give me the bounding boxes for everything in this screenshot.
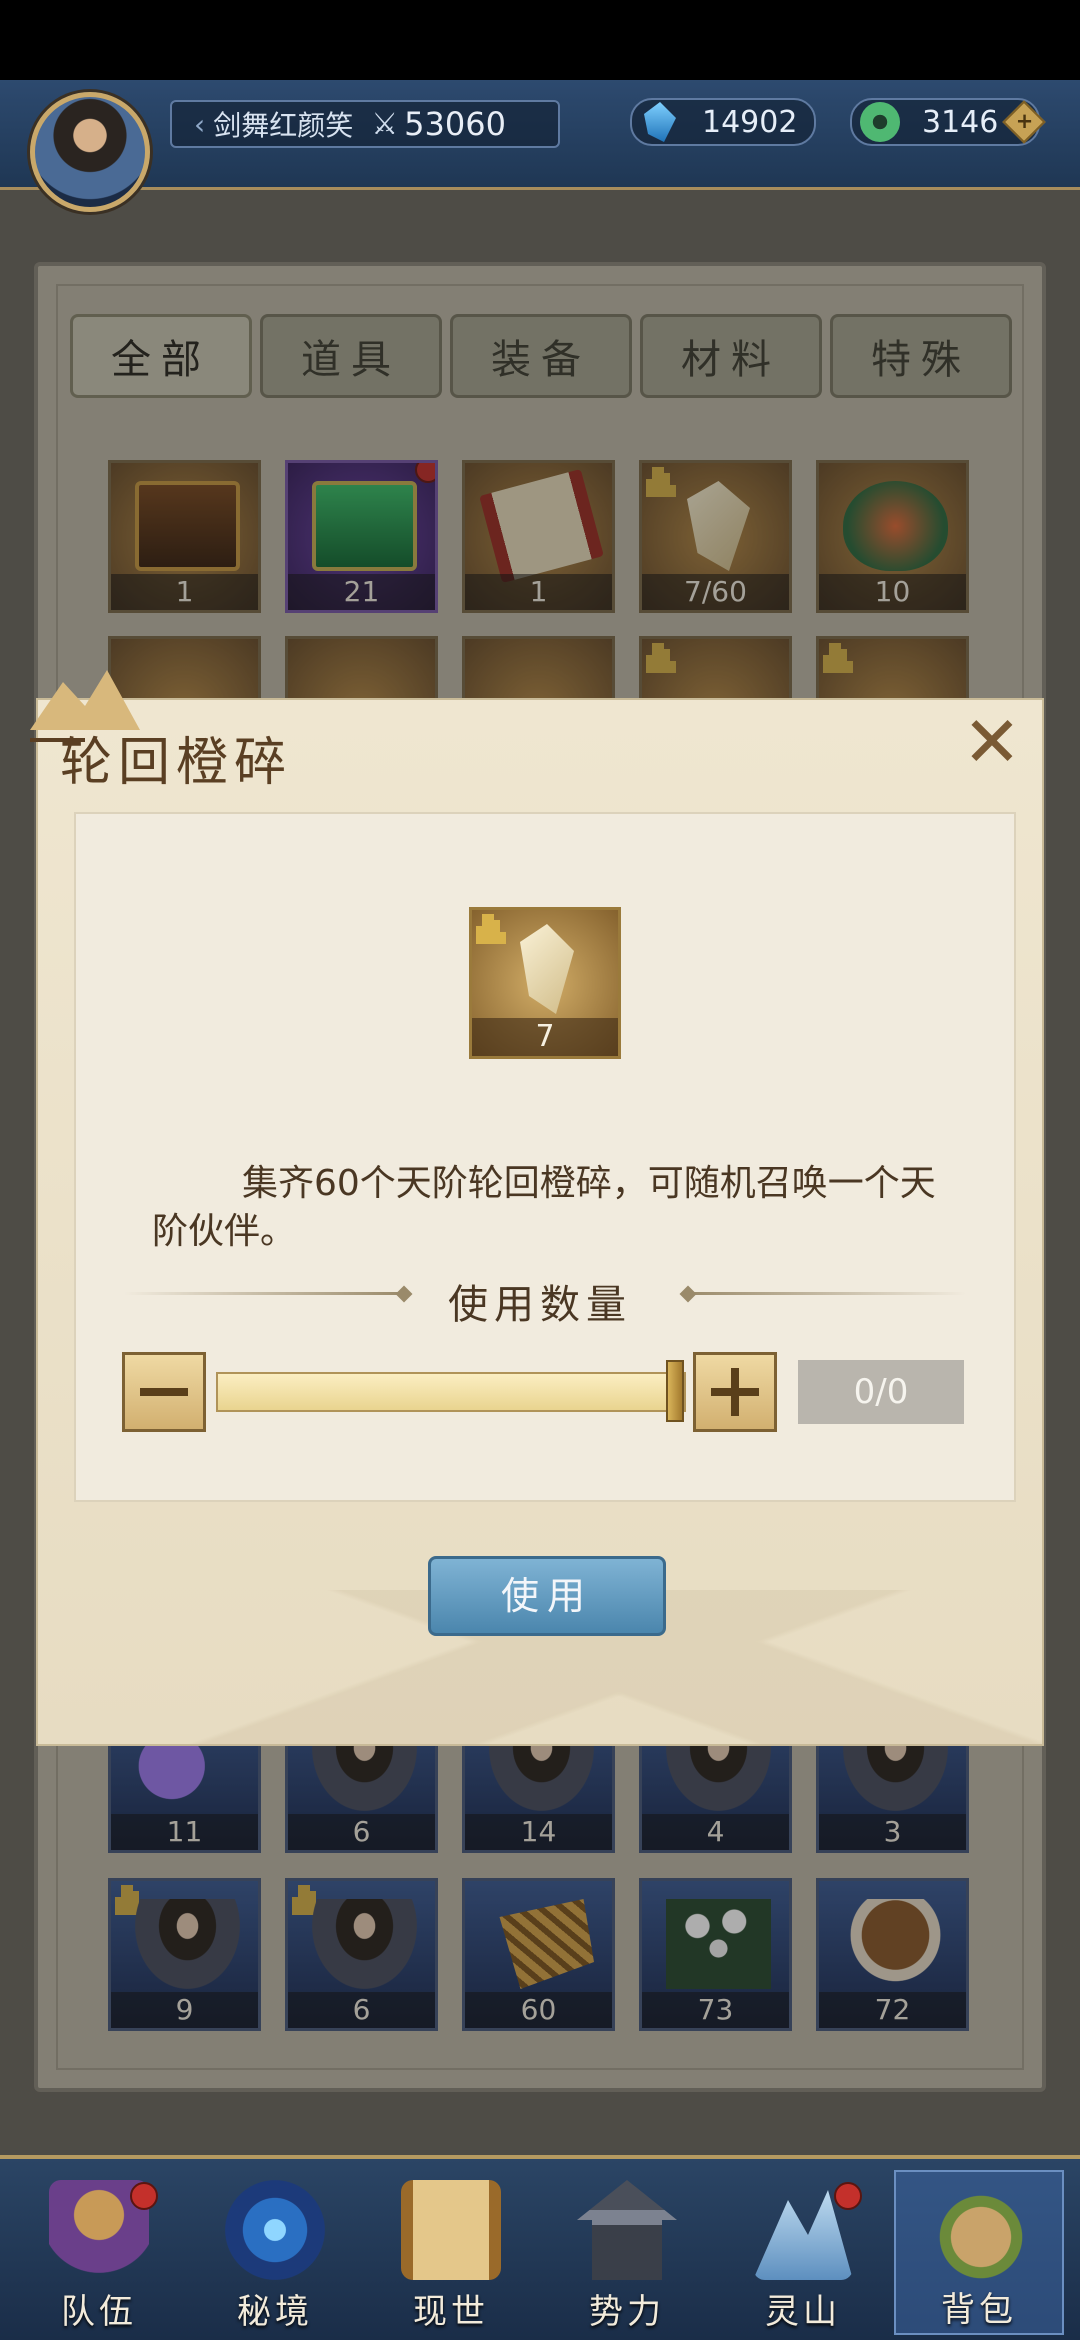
- nav-label: 队伍: [61, 2292, 137, 2332]
- palace-icon: [577, 2180, 677, 2280]
- nav-item-spirit-mountain[interactable]: 灵山: [718, 2170, 888, 2335]
- preview-item-count: 7: [472, 1018, 618, 1056]
- jade-icon: [860, 102, 900, 142]
- chevron-left-icon: ‹: [194, 107, 206, 141]
- nav-item-faction[interactable]: 势力: [542, 2170, 712, 2335]
- close-icon: ✕: [962, 701, 1022, 783]
- divider-right: [686, 1292, 966, 1295]
- quantity-label: 使用数量: [448, 1282, 632, 1328]
- use-button[interactable]: 使用: [428, 1556, 666, 1636]
- player-avatar[interactable]: [30, 92, 150, 212]
- item-preview-slot: 7: [469, 907, 621, 1059]
- nav-label: 现世: [413, 2292, 489, 2332]
- puzzle-piece-icon: [476, 914, 506, 944]
- power-icon: ⚔: [371, 106, 399, 142]
- shard-icon: [520, 924, 574, 1014]
- quantity-readout: 0/0: [798, 1360, 964, 1424]
- jade-count: 3146: [922, 104, 999, 140]
- plus-icon-vertical: [731, 1368, 739, 1416]
- minus-icon: [140, 1388, 188, 1396]
- vortex-icon: [225, 2180, 325, 2280]
- nav-item-world[interactable]: 现世: [366, 2170, 536, 2335]
- map-scroll-icon: [401, 2180, 501, 2280]
- crystal-icon: [644, 102, 676, 142]
- slider-handle[interactable]: [666, 1360, 684, 1422]
- nav-label: 势力: [589, 2292, 665, 2332]
- crystal-currency: 14902: [630, 98, 816, 146]
- nav-item-team[interactable]: 队伍: [14, 2170, 184, 2335]
- player-name-plate[interactable]: ‹ 剑舞红颜笑 ⚔ 53060: [170, 100, 560, 148]
- increase-quantity-button[interactable]: [693, 1352, 777, 1432]
- jade-currency: 3146 +: [850, 98, 1046, 146]
- dialog-title: 轮回橙碎: [60, 733, 293, 793]
- item-description: 集齐60个天阶轮回橙碎，可随机召唤一个天阶伙伴。: [152, 1160, 952, 1256]
- player-name: 剑舞红颜笑: [213, 109, 354, 142]
- decrease-quantity-button[interactable]: [122, 1352, 206, 1432]
- nav-label: 灵山: [765, 2292, 841, 2332]
- backpack-icon: [931, 2182, 1031, 2282]
- power-value: 53060: [404, 105, 506, 143]
- nav-label: 秘境: [237, 2292, 313, 2332]
- crystal-count: 14902: [702, 104, 798, 140]
- description-text: 集齐60个天阶轮回橙碎，可随机召唤一个天阶伙伴。: [152, 1163, 936, 1252]
- close-button[interactable]: ✕: [960, 707, 1024, 777]
- nav-item-secret-realm[interactable]: 秘境: [190, 2170, 360, 2335]
- nav-item-backpack[interactable]: 背包: [894, 2170, 1064, 2335]
- nav-label: 背包: [941, 2290, 1017, 2330]
- plus-icon: +: [1015, 108, 1034, 134]
- quantity-slider[interactable]: [216, 1372, 686, 1412]
- notification-badge: [834, 2182, 862, 2210]
- notification-badge: [130, 2182, 158, 2210]
- status-bar: [0, 0, 1080, 80]
